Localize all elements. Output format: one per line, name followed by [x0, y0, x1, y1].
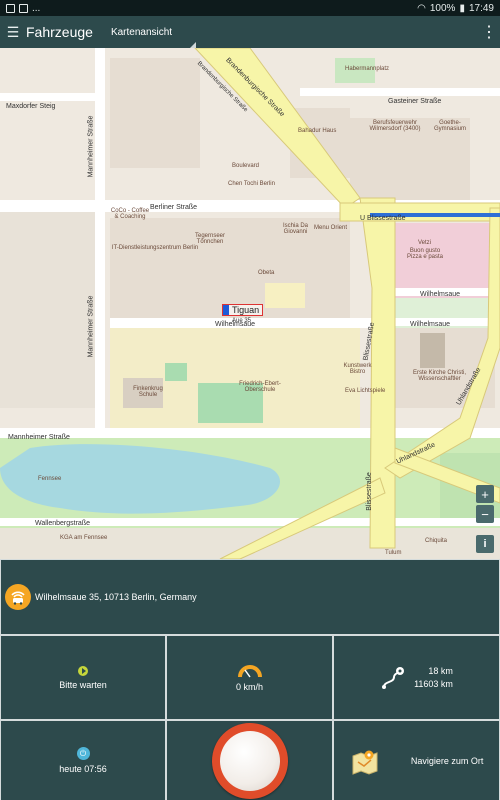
poi-label: Bahadur Haus: [298, 128, 337, 134]
poi-label: Eva Lichtspiele: [345, 388, 386, 394]
view-dropdown[interactable]: Kartenansicht: [110, 26, 197, 48]
battery-percent: 100%: [429, 2, 456, 14]
vehicle-sublabel: Aue 35: [232, 318, 252, 324]
street-label: Gasteiner Straße: [388, 98, 442, 105]
vehicle-signal-icon: [5, 584, 31, 610]
wifi-icon: ◠: [417, 2, 426, 14]
distance-cell: 18 km 11603 km: [334, 636, 499, 719]
poi-label: Friedrich-Ebert-Oberschule: [239, 381, 281, 393]
status-label: Bitte warten: [59, 679, 107, 690]
speed-value: 0 km/h: [235, 681, 263, 692]
page-title: Fahrzeuge: [26, 24, 93, 40]
poi-label: Buon gusto Pizza e pasta: [406, 248, 444, 260]
clock: 17:49: [468, 2, 494, 14]
map-view[interactable]: Brandenburgische Straße Brandenburgische…: [0, 48, 500, 559]
poi-label: Erste Kirche Christi, Wissenschaftler: [412, 370, 466, 382]
vehicle-label: Tiguan: [232, 305, 260, 315]
poi-label: Vetzi: [418, 240, 432, 246]
speedometer-icon: [237, 664, 262, 677]
poi-label: Tegernseer Tönnchen: [194, 233, 226, 245]
vehicle-address: Wilhelmsaue 35, 10713 Berlin, Germany: [35, 592, 197, 602]
street-label: Mannheimer Straße: [87, 295, 95, 358]
status-bar: ... ◠ 100% ▮ 17:49: [0, 0, 500, 16]
time-cell: ⏻ heute 07:56: [1, 721, 165, 800]
street-label: Mannheimer Straße: [8, 434, 70, 441]
app-bar: ☰ Fahrzeuge Kartenansicht ⋮: [0, 16, 500, 48]
poi-label: Habermannplatz: [345, 66, 390, 72]
street-label: Mannheimer Straße: [87, 115, 95, 178]
notification-icon: [19, 3, 28, 13]
status-more: ...: [32, 2, 41, 14]
poi-label: Chiquita: [425, 538, 448, 544]
dropdown-caret-icon: [190, 41, 197, 48]
poi-label: Ischia Da Giovanni: [282, 223, 308, 235]
street-label: Wilhelmsaue: [410, 321, 451, 328]
main-action-button[interactable]: [211, 722, 288, 799]
last-time: heute 07:56: [59, 764, 107, 774]
trip-distance: 18 km: [428, 665, 453, 676]
poi-label: IT-Dienstleistungszentrum Berlin: [111, 245, 199, 251]
poi-label: Kunstwerk Bistro: [343, 363, 372, 375]
street-label: Blissestraße: [365, 472, 373, 511]
zoom-in-button[interactable]: +: [476, 485, 494, 503]
poi-label: KGA am Fennsee: [60, 535, 108, 541]
poi-label: Boulevard: [232, 163, 260, 169]
battery-icon: ▮: [459, 2, 465, 14]
vehicle-pin-icon: [223, 305, 229, 315]
address-row[interactable]: Wilhelmsaue 35, 10713 Berlin, Germany: [1, 560, 499, 634]
route-icon: [382, 666, 405, 689]
poi-label: Menu Orient: [314, 225, 348, 231]
poi-label: Finkenkrug Schule: [133, 386, 163, 398]
map-navigate-icon: [352, 750, 378, 775]
poi-label: Berufsfeuerwehr Wilmersdorf (3400): [369, 120, 421, 132]
poi-label: Tulum: [385, 550, 402, 556]
street-label: Wallenbergstraße: [35, 520, 90, 527]
play-icon: [78, 665, 88, 676]
navigate-cell[interactable]: Navigiere zum Ort: [334, 721, 499, 800]
street-label: Berliner Straße: [150, 204, 198, 211]
poi-label: Goethe-Gymnasium: [433, 120, 466, 132]
overflow-menu-icon[interactable]: ⋮: [478, 16, 500, 48]
zoom-out-button[interactable]: −: [476, 505, 494, 523]
street-label: Maxdorfer Steig: [6, 103, 56, 110]
vehicle-panel: Wilhelmsaue 35, 10713 Berlin, Germany Bi…: [0, 559, 500, 800]
poi-label: Fennsee: [38, 476, 62, 482]
poi-label: CoCo - Coffee & Coaching: [110, 208, 150, 220]
menu-icon[interactable]: ☰: [0, 16, 26, 48]
navigate-label: Navigiere zum Ort: [410, 755, 484, 766]
speed-cell: 0 km/h: [167, 636, 332, 719]
view-dropdown-label: Kartenansicht: [110, 26, 173, 38]
button-face: [219, 730, 280, 791]
poi-label: Obeta: [258, 270, 275, 276]
street-label: U Blissestraße: [360, 215, 406, 222]
action-cell: [167, 721, 332, 800]
info-button[interactable]: i: [476, 535, 494, 553]
street-label: Wilhelmsaue: [420, 291, 461, 298]
odometer: 11603 km: [414, 678, 453, 689]
poi-label: Chen Tochi Berlin: [228, 181, 275, 187]
image-icon: [6, 3, 15, 13]
power-icon: ⏻: [76, 747, 90, 760]
status-cell[interactable]: Bitte warten: [1, 636, 165, 719]
vehicle-marker[interactable]: Tiguan: [222, 304, 264, 316]
